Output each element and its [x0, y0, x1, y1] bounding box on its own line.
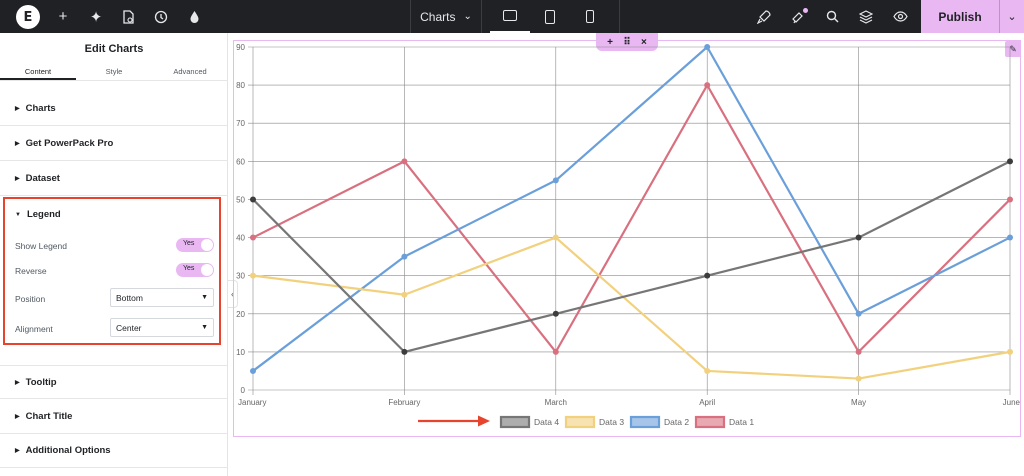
section-get-powerpack-pro[interactable]: ▶ Get PowerPack Pro	[0, 127, 228, 161]
page-settings-icon[interactable]	[114, 0, 142, 33]
tab-content[interactable]: Content	[0, 65, 76, 80]
toggle-knob	[201, 239, 213, 251]
caret-down-icon: ▼	[15, 211, 21, 218]
drag-handle-icon[interactable]: ⠿	[623, 37, 630, 48]
chart-widget[interactable]	[233, 40, 1021, 437]
position-select[interactable]: Bottom ▼	[110, 288, 214, 307]
rocket-icon[interactable]	[750, 0, 778, 33]
publish-options-button[interactable]: ⌄	[999, 0, 1024, 33]
section-label: Get PowerPack Pro	[25, 138, 114, 149]
reverse-toggle[interactable]: Yes	[176, 263, 214, 277]
structure-layers-icon[interactable]	[852, 0, 880, 33]
close-icon[interactable]: ×	[641, 37, 647, 48]
elementor-logo-icon[interactable]: E	[16, 5, 40, 29]
section-label: Charts	[25, 103, 56, 114]
edit-pencil-icon[interactable]: ✎	[1005, 41, 1021, 57]
ai-sparkle-icon[interactable]: ✦	[82, 0, 110, 33]
section-chart-title[interactable]: ▶ Chart Title	[0, 400, 228, 434]
document-title-dropdown[interactable]: Charts ⌄	[410, 0, 482, 33]
desktop-icon[interactable]	[490, 0, 530, 33]
caret-right-icon: ▶	[15, 141, 20, 147]
panel-title: Edit Charts	[84, 43, 144, 55]
publish-button[interactable]: Publish	[921, 0, 999, 33]
mobile-icon[interactable]	[570, 0, 610, 33]
toggle-knob	[201, 264, 213, 276]
caret-right-icon: ▶	[15, 379, 20, 386]
editor-panel: Edit Charts Content Style Advanced ▶ Cha…	[0, 33, 228, 476]
theme-style-icon[interactable]	[180, 0, 208, 33]
section-label: Dataset	[25, 173, 60, 184]
divider	[619, 0, 620, 33]
search-icon[interactable]	[818, 0, 846, 33]
section-label: Legend	[26, 209, 61, 220]
tab-advanced[interactable]: Advanced	[152, 65, 228, 80]
caret-down-icon: ▼	[201, 294, 208, 301]
section-legend-header[interactable]: ▼ Legend	[15, 209, 61, 220]
panel-tabs: Content Style Advanced	[0, 65, 228, 81]
add-icon[interactable]: +	[607, 37, 613, 48]
show-legend-label: Show Legend	[15, 241, 67, 251]
show-legend-toggle[interactable]: Yes	[176, 238, 214, 252]
caret-down-icon: ▼	[201, 324, 208, 331]
alignment-label: Alignment	[15, 324, 53, 334]
notification-dot	[803, 8, 808, 13]
caret-right-icon: ▶	[15, 414, 20, 420]
notifications-icon[interactable]	[784, 0, 812, 33]
toggle-label: Yes	[183, 265, 195, 272]
preview-eye-icon[interactable]	[886, 0, 914, 33]
caret-right-icon: ▶	[15, 176, 20, 182]
section-dataset[interactable]: ▶ Dataset	[0, 162, 228, 196]
section-tooltip[interactable]: ▶ Tooltip	[0, 365, 228, 399]
reverse-label: Reverse	[15, 266, 47, 276]
position-label: Position	[15, 294, 46, 304]
select-value: Center	[116, 322, 142, 333]
section-additional-options[interactable]: ▶ Additional Options	[0, 434, 228, 468]
caret-right-icon: ▶	[15, 106, 20, 112]
alignment-select[interactable]: Center ▼	[110, 318, 214, 337]
top-bar: E + ✦ Charts ⌄ Publish ⌄	[0, 0, 1024, 33]
section-label: Chart Title	[25, 411, 73, 422]
caret-right-icon: ▶	[15, 448, 20, 454]
history-icon[interactable]	[147, 0, 175, 33]
tablet-icon[interactable]	[530, 0, 570, 33]
section-legend: ▼ Legend Show Legend Yes Reverse Yes Pos…	[3, 197, 221, 345]
widget-toolbar: + ⠿ ×	[596, 33, 658, 51]
chevron-down-icon: ⌄	[463, 11, 472, 22]
section-label: Additional Options	[25, 445, 111, 456]
section-label: Tooltip	[25, 376, 57, 388]
document-title: Charts	[420, 9, 456, 24]
chevron-down-icon: ⌄	[1007, 11, 1017, 23]
section-charts[interactable]: ▶ Charts	[0, 92, 228, 126]
select-value: Bottom	[116, 292, 143, 303]
tab-style[interactable]: Style	[76, 65, 152, 80]
add-icon[interactable]: +	[49, 0, 77, 33]
toggle-label: Yes	[183, 240, 195, 247]
